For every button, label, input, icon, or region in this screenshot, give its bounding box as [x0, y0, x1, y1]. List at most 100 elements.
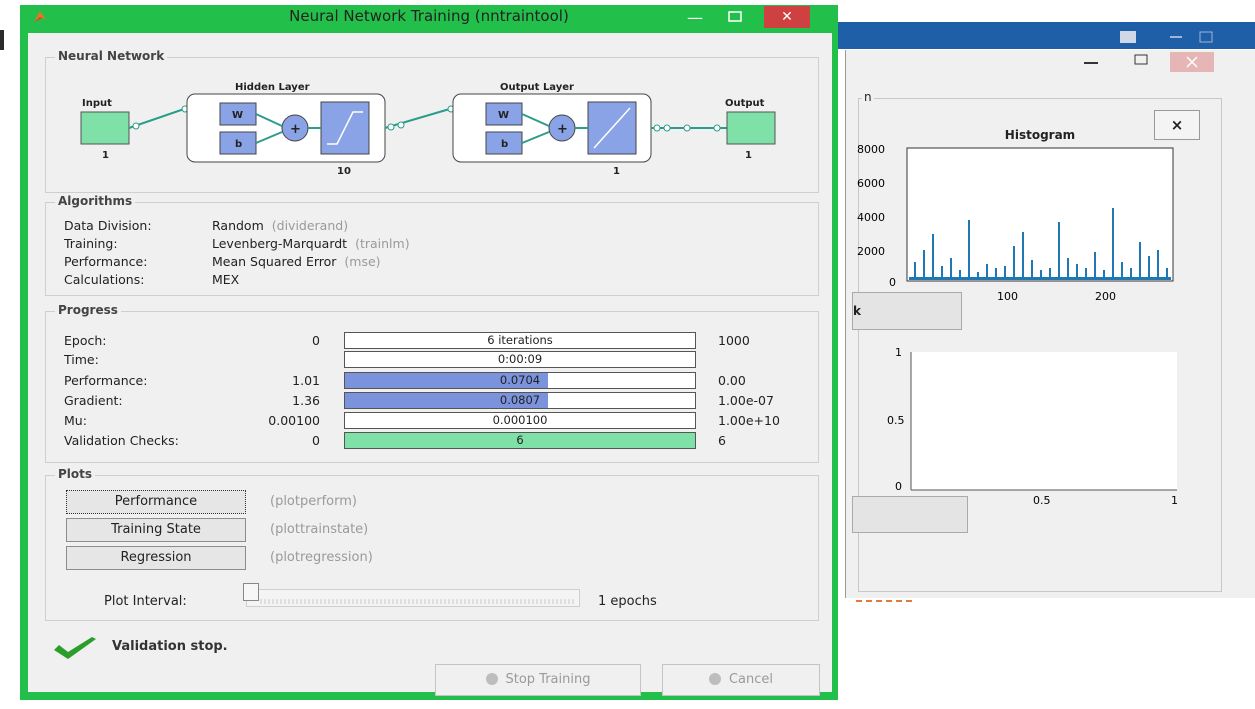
- background-button-label: k: [853, 304, 861, 318]
- plot-function-name: (plotregression): [270, 550, 373, 565]
- background-panel-title: n: [862, 90, 874, 104]
- close-icon: ✕: [781, 9, 793, 25]
- histogram-bar: [1022, 232, 1024, 280]
- close-button[interactable]: ✕: [764, 6, 810, 28]
- histogram-bar: [1058, 222, 1060, 280]
- hist-ytick: 4000: [857, 211, 885, 224]
- regression-plot: 1 0.5 0 0.5 1: [887, 346, 1178, 507]
- minimize-button[interactable]: —: [682, 8, 708, 27]
- progress-label: Time:: [64, 352, 99, 367]
- svg-text:+: +: [290, 122, 301, 137]
- minimize-icon: —: [687, 8, 703, 27]
- reg-xtick: 1: [1171, 494, 1178, 507]
- progress-current: 0:00:09: [497, 352, 543, 366]
- plot-interval-slider[interactable]: [246, 589, 580, 607]
- reg-ytick: 1: [895, 346, 902, 359]
- algorithms-group-title: Algorithms: [55, 194, 136, 208]
- bg-close-button[interactable]: [1170, 52, 1214, 72]
- histogram-bar: [1139, 242, 1141, 280]
- output-layer-size: 1: [613, 166, 620, 177]
- input-box: [80, 111, 130, 145]
- histogram-bar: [932, 234, 934, 280]
- reg-ytick: 0.5: [887, 414, 905, 427]
- cancel-icon: [708, 672, 721, 685]
- background-close-x-button[interactable]: ×: [1154, 110, 1200, 140]
- hist-ytick: 0: [889, 276, 896, 289]
- bg-maximize-button[interactable]: [1128, 52, 1154, 68]
- svg-text:b: b: [235, 139, 242, 150]
- histogram-bar: [1112, 208, 1114, 280]
- hist-xtick: 200: [1095, 290, 1116, 303]
- output-size: 1: [745, 150, 752, 161]
- network-diagram: Input 1 Hidden Layer W b + 10 Output Lay…: [80, 82, 776, 177]
- svg-text:W: W: [232, 110, 243, 121]
- alg-value: Mean Squared Error (mse): [212, 254, 381, 269]
- cancel-label: Cancel: [728, 672, 774, 687]
- reg-xtick: 0.5: [1033, 494, 1051, 507]
- regression-plot-button[interactable]: Regression: [66, 546, 246, 570]
- bg-minimize-button[interactable]: [1078, 52, 1104, 68]
- progress-label: Mu:: [64, 413, 87, 428]
- progress-bar: 0.0807: [344, 392, 696, 409]
- slider-ticks: [260, 599, 574, 604]
- histogram-bar: [1094, 252, 1096, 280]
- hist-ytick: 2000: [857, 245, 885, 258]
- alg-value: MEX: [212, 272, 240, 287]
- progress-bar: 6 iterations: [344, 332, 696, 349]
- cancel-button[interactable]: Cancel: [662, 664, 820, 696]
- histogram-bar: [1013, 246, 1015, 280]
- progress-end: 6: [718, 433, 726, 448]
- plot-interval-value: 1 epochs: [598, 594, 657, 609]
- plot-function-name: (plotperform): [270, 494, 357, 509]
- training-state-plot-button[interactable]: Training State: [66, 518, 246, 542]
- progress-label: Epoch:: [64, 333, 107, 348]
- progress-bar: 0:00:09: [344, 351, 696, 368]
- neural-network-group-title: Neural Network: [55, 49, 168, 63]
- plot-interval-slider-thumb[interactable]: [243, 583, 259, 601]
- progress-current: 6 iterations: [487, 333, 553, 347]
- background-button[interactable]: k: [852, 292, 962, 330]
- alg-label: Calculations:: [64, 272, 145, 287]
- progress-end: 0.00: [718, 373, 746, 388]
- hist-ytick: 6000: [857, 177, 885, 190]
- histogram-bar: [923, 250, 925, 280]
- plot-interval-label: Plot Interval:: [104, 594, 187, 609]
- background-edge: [0, 30, 4, 50]
- background-window-controls: [1120, 31, 1213, 43]
- output-label: Output: [725, 98, 765, 109]
- hidden-layer-label: Hidden Layer: [235, 82, 310, 93]
- stop-training-button[interactable]: Stop Training: [435, 664, 641, 696]
- svg-text:+: +: [557, 122, 568, 137]
- progress-current: 0.0704: [499, 373, 541, 387]
- progress-bar: 0.000100: [344, 412, 696, 429]
- alg-label: Training:: [64, 236, 118, 251]
- histogram-bar: [1157, 250, 1159, 280]
- progress-label: Gradient:: [64, 393, 123, 408]
- progress-start: 1.01: [292, 373, 320, 388]
- performance-plot-button[interactable]: Performance: [66, 490, 246, 514]
- plot-function-name: (plottrainstate): [270, 522, 369, 537]
- progress-end: 1.00e-07: [718, 393, 774, 408]
- background-button-2[interactable]: [852, 496, 968, 533]
- reg-ytick: 0: [895, 480, 902, 493]
- progress-label: Performance:: [64, 373, 148, 388]
- svg-text:b: b: [501, 139, 508, 150]
- progress-end: 1.00e+10: [718, 413, 780, 428]
- algorithms-group: [45, 202, 819, 296]
- input-label: Input: [82, 98, 112, 109]
- maximize-icon: [728, 11, 742, 22]
- maximize-button[interactable]: [722, 8, 748, 26]
- alg-label: Data Division:: [64, 218, 152, 233]
- stop-training-label: Stop Training: [505, 672, 591, 687]
- progress-current: 0.000100: [492, 413, 548, 427]
- alg-value: Random (dividerand): [212, 218, 349, 233]
- progress-current: 6: [516, 433, 524, 447]
- progress-label: Validation Checks:: [64, 433, 179, 448]
- progress-bar: 6: [344, 432, 696, 449]
- svg-text:W: W: [498, 110, 509, 121]
- hist-xtick: 100: [997, 290, 1018, 303]
- progress-bar: 0.0704: [344, 372, 696, 389]
- progress-start: 0: [312, 333, 320, 348]
- progress-start: 1.36: [292, 393, 320, 408]
- histogram-bar: [1067, 258, 1069, 280]
